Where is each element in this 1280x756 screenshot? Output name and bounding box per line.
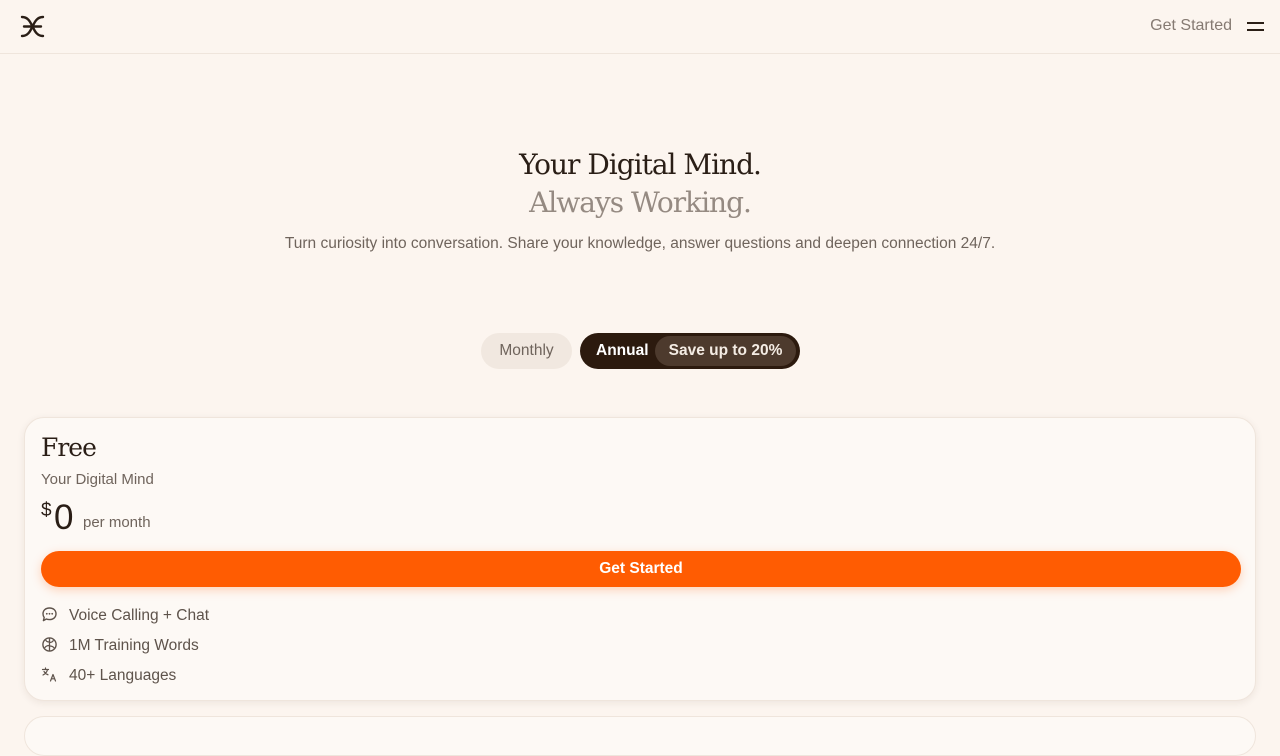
brain-icon bbox=[41, 636, 58, 653]
feature-item: Voice Calling + Chat bbox=[41, 604, 641, 634]
top-navigation-bar: Get Started bbox=[0, 0, 1280, 54]
nav-get-started-link[interactable]: Get Started bbox=[1150, 17, 1232, 35]
annual-toggle-button[interactable]: Annual Save up to 20% bbox=[580, 333, 800, 369]
save-badge: Save up to 20% bbox=[655, 336, 796, 366]
hero-subtitle: Always Working. bbox=[529, 186, 752, 219]
annual-toggle-label: Annual bbox=[596, 342, 649, 359]
feature-list: Voice Calling + Chat 1M Training Words 4… bbox=[41, 604, 641, 694]
feature-label: 40+ Languages bbox=[69, 667, 177, 684]
plan-name: Free bbox=[41, 433, 97, 462]
monthly-toggle-button[interactable]: Monthly bbox=[481, 333, 572, 369]
translate-icon bbox=[41, 666, 58, 683]
price-period: per month bbox=[83, 514, 151, 531]
pricing-card-next bbox=[24, 716, 1256, 756]
brand-logo-icon[interactable] bbox=[20, 15, 45, 38]
hero-title: Your Digital Mind. bbox=[519, 148, 762, 181]
price-amount: 0 bbox=[54, 498, 74, 537]
feature-item: 1M Training Words bbox=[41, 634, 641, 664]
price-currency: $ bbox=[41, 500, 52, 521]
hamburger-menu-icon[interactable] bbox=[1247, 19, 1264, 33]
get-started-button[interactable]: Get Started bbox=[41, 551, 1241, 587]
feature-label: 1M Training Words bbox=[69, 637, 199, 654]
pricing-card-free: Free Your Digital Mind $ 0 per month Get… bbox=[24, 417, 1256, 701]
hero-section: Your Digital Mind. Always Working. Turn … bbox=[0, 146, 1280, 253]
chat-bubble-icon bbox=[41, 606, 58, 623]
feature-label: Voice Calling + Chat bbox=[69, 607, 210, 624]
hero-description: Turn curiosity into conversation. Share … bbox=[284, 235, 996, 252]
plan-tagline: Your Digital Mind bbox=[41, 471, 154, 488]
feature-item: 40+ Languages bbox=[41, 664, 641, 694]
